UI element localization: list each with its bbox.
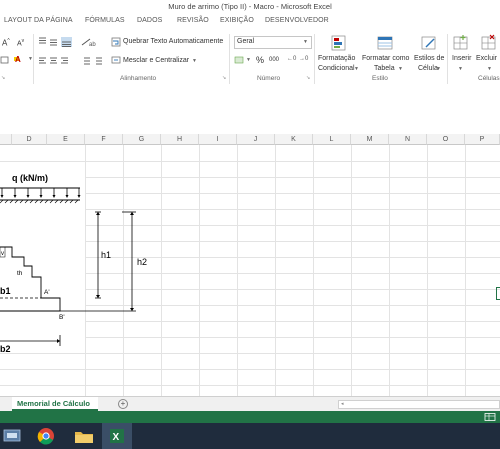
font-color-icon[interactable]: A — [15, 55, 21, 64]
tab-review[interactable]: REVISÃO — [177, 17, 209, 24]
cells-group-label: Células — [478, 75, 500, 82]
b1-label: b1 — [0, 286, 11, 296]
tab-developer[interactable]: DESENVOLVEDOR — [265, 17, 329, 24]
insert-cells-icon[interactable] — [452, 34, 470, 52]
a-prime-label: A' — [44, 289, 50, 296]
top-middle-bottom-align-icons[interactable] — [37, 36, 73, 48]
chrome-icon[interactable] — [36, 426, 56, 446]
number-format-value: Geral — [237, 38, 255, 45]
delete-cells-icon[interactable] — [480, 34, 498, 52]
alignment-group-label: Alinhamento — [120, 75, 157, 82]
h2-arrow-bottom — [130, 308, 134, 311]
font-size-down-icon[interactable]: Av — [17, 38, 24, 47]
h2-arrow-top — [130, 212, 134, 215]
number-format-select[interactable]: Geral ▼ — [234, 36, 312, 49]
windows-taskbar: X — [0, 423, 500, 449]
conditional-formatting-icon[interactable] — [330, 34, 348, 52]
styles-group-label: Estilo — [372, 75, 388, 82]
status-bar — [0, 411, 500, 423]
cell-styles-label-1[interactable]: Estilos de — [414, 55, 444, 62]
normal-view-icon[interactable] — [484, 413, 496, 421]
window-title: Muro de arrimo (Tipo II) - Macro - Micro… — [168, 2, 332, 11]
conditional-formatting-label-2[interactable]: Condicional — [318, 65, 355, 72]
load-arrowheads — [0, 195, 81, 198]
sheet-tab-memorial[interactable]: Memorial de Cálculo — [12, 397, 98, 411]
h1-arrow-top — [96, 212, 100, 215]
formula-area — [0, 89, 500, 133]
b2-label: b2 — [0, 344, 11, 354]
tab-view[interactable]: EXIBIÇÃO — [220, 17, 254, 24]
scroll-left-icon[interactable]: ◂ — [341, 401, 344, 407]
indent-icons[interactable] — [80, 56, 104, 66]
selected-cell-indicator[interactable] — [496, 287, 500, 300]
dropdown-arrow-icon[interactable]: ▼ — [398, 66, 403, 72]
sheet-tab-label: Memorial de Cálculo — [17, 399, 90, 408]
excel-taskbar-button[interactable]: X — [102, 423, 132, 449]
cell-styles-icon[interactable] — [420, 34, 438, 52]
format-as-table-label-1[interactable]: Formatar como — [362, 55, 409, 62]
dropdown-arrow-icon[interactable]: ▼ — [192, 58, 197, 64]
font-dialog-launcher-icon[interactable]: ↘ — [1, 75, 5, 81]
th-label: th — [17, 270, 23, 277]
alignment-dialog-launcher-icon[interactable]: ↘ — [222, 75, 226, 81]
worksheet-grid[interactable]: D E F G H I J K L M N O P q (kN/m) h1 h2… — [0, 134, 500, 396]
orientation-icon[interactable]: ab — [80, 37, 96, 47]
group-separator — [33, 34, 34, 84]
h2-label: h2 — [137, 257, 148, 267]
dropdown-arrow-icon[interactable]: ▼ — [246, 57, 251, 63]
sheet-tabs-bar: Memorial de Cálculo + ◂ — [0, 396, 500, 412]
title-bar: Muro de arrimo (Tipo II) - Macro - Micro… — [0, 0, 500, 14]
group-separator — [447, 34, 448, 84]
left-center-right-align-icons[interactable] — [37, 56, 73, 66]
format-as-table-label-2[interactable]: Tabela — [374, 65, 395, 72]
increase-decimal-icon[interactable]: ←0 — [287, 56, 296, 62]
dropdown-arrow-icon[interactable]: ▼ — [354, 66, 359, 72]
merge-center-icon[interactable] — [111, 55, 121, 65]
accounting-format-icon[interactable] — [234, 55, 246, 65]
group-separator — [314, 34, 315, 84]
plus-icon: + — [120, 399, 126, 408]
conditional-formatting-label-1[interactable]: Formatação — [318, 55, 355, 62]
dropdown-arrow-icon[interactable]: ▼ — [458, 66, 463, 72]
number-dialog-launcher-icon[interactable]: ↘ — [306, 75, 310, 81]
dropdown-arrow-icon[interactable]: ▼ — [436, 66, 441, 72]
load-label: q (kN/m) — [12, 173, 48, 183]
delete-button[interactable]: Excluir — [476, 55, 497, 62]
font-size-up-icon[interactable]: A^ — [2, 38, 10, 48]
file-explorer-icon[interactable] — [73, 427, 95, 445]
decrease-decimal-icon[interactable]: →0 — [299, 56, 308, 62]
tab-formulas[interactable]: FÓRMULAS — [85, 17, 125, 24]
ribbon: A^ Av A ▼ ab Quebrar Texto Automaticamen… — [0, 31, 500, 90]
ribbon-tabs: LAYOUT DA PÁGINA FÓRMULAS DADOS REVISÃO … — [0, 14, 500, 31]
excel-icon: X — [110, 429, 124, 443]
format-as-table-icon[interactable] — [376, 34, 394, 52]
tab-page-layout[interactable]: LAYOUT DA PÁGINA — [4, 17, 73, 24]
h1-arrow-bottom — [96, 295, 100, 298]
b-prime-label: B' — [59, 314, 65, 321]
b2-arrow-right — [57, 339, 60, 343]
group-separator — [229, 34, 230, 84]
svg-text:ab: ab — [89, 42, 96, 47]
chevron-down-icon: ▼ — [303, 39, 308, 45]
merge-center-button[interactable]: Mesclar e Centralizar — [123, 57, 189, 64]
h1-label: h1 — [101, 250, 112, 260]
wrap-text-icon[interactable] — [111, 37, 121, 47]
svg-text:X: X — [113, 432, 120, 443]
tab-data[interactable]: DADOS — [137, 17, 162, 24]
borders-icon[interactable] — [0, 56, 10, 64]
wrap-text-button[interactable]: Quebrar Texto Automaticamente — [123, 38, 223, 45]
add-sheet-button[interactable]: + — [118, 399, 128, 409]
percent-style-button[interactable]: % — [256, 55, 264, 65]
dropdown-arrow-icon[interactable]: ▼ — [487, 66, 492, 72]
v-label: v — [1, 251, 4, 257]
retaining-wall-drawing[interactable] — [0, 134, 500, 396]
number-group-label: Número — [257, 75, 281, 82]
network-folder-icon[interactable] — [2, 427, 24, 445]
insert-button[interactable]: Inserir — [452, 55, 471, 62]
wall-outline — [0, 246, 61, 312]
cell-styles-label-2[interactable]: Célula — [418, 65, 438, 72]
comma-style-button[interactable]: 000 — [269, 57, 279, 63]
horizontal-scrollbar[interactable]: ◂ — [338, 400, 500, 409]
